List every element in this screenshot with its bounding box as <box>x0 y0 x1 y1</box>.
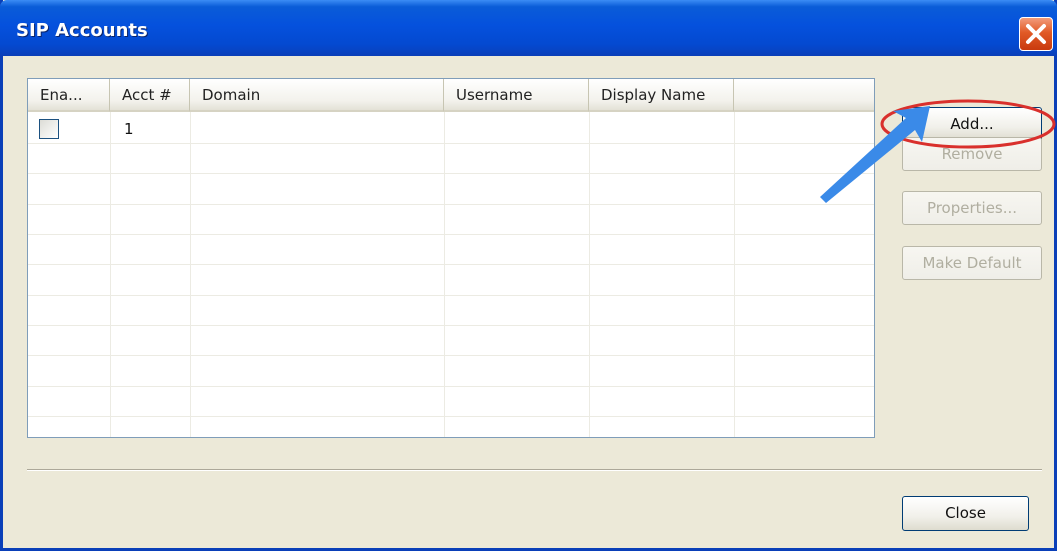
column-divider <box>589 112 590 437</box>
title-bar[interactable]: SIP Accounts <box>0 0 1057 56</box>
enabled-checkbox[interactable] <box>39 119 59 139</box>
row-divider <box>28 264 874 265</box>
add-button[interactable]: Add... <box>902 107 1042 141</box>
close-button[interactable]: Close <box>902 496 1029 531</box>
column-header-username[interactable]: Username <box>444 79 589 112</box>
column-divider <box>190 112 191 437</box>
separator <box>27 469 1042 471</box>
row-divider <box>28 325 874 326</box>
column-divider <box>110 112 111 437</box>
column-header-enabled[interactable]: Ena... <box>28 79 110 112</box>
accounts-list[interactable]: Ena... Acct # Domain Username Display Na… <box>27 78 875 438</box>
row-divider <box>28 234 874 235</box>
row-divider <box>28 204 874 205</box>
column-divider <box>734 112 735 437</box>
properties-button[interactable]: Properties... <box>902 191 1042 225</box>
make-default-button[interactable]: Make Default <box>902 246 1042 280</box>
remove-button[interactable]: Remove <box>902 137 1042 171</box>
row-divider <box>28 386 874 387</box>
close-window-button[interactable] <box>1019 17 1053 51</box>
row-divider <box>28 416 874 417</box>
row-divider <box>28 173 874 174</box>
row-divider <box>28 143 874 144</box>
acct-number-cell: 1 <box>124 120 134 138</box>
column-header-acct[interactable]: Acct # <box>110 79 190 112</box>
column-header-display-name[interactable]: Display Name <box>589 79 734 112</box>
close-icon <box>1026 24 1046 44</box>
window-title: SIP Accounts <box>16 20 148 41</box>
row-divider <box>28 355 874 356</box>
column-header-domain[interactable]: Domain <box>190 79 444 112</box>
column-header-filler <box>734 79 874 112</box>
column-divider <box>444 112 445 437</box>
row-divider <box>28 295 874 296</box>
